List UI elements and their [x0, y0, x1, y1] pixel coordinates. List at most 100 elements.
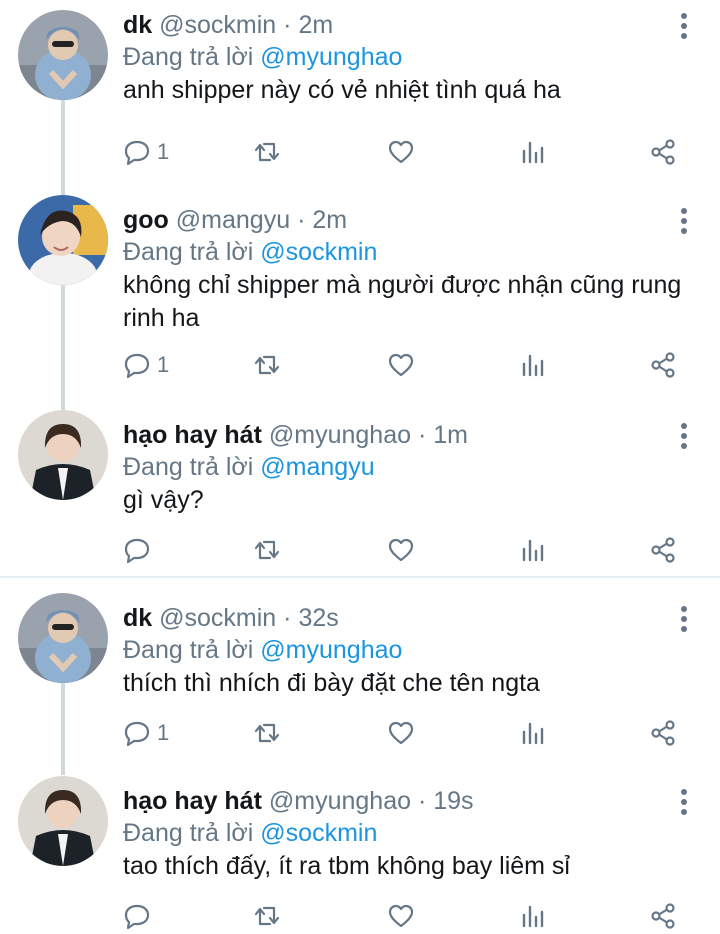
more-vertical-icon[interactable] — [678, 13, 690, 39]
separator-dot: · — [283, 11, 292, 39]
replying-to-label: Đang trả lời — [123, 453, 254, 481]
reply-icon — [124, 538, 150, 564]
mention-link[interactable]: @mangyu — [260, 453, 374, 481]
tweet[interactable]: goo @mangyu · 2m Đang trả lời @sockmin k… — [0, 195, 720, 410]
share-icon — [651, 903, 675, 929]
tweet[interactable]: hạo hay hát @myunghao · 19s Đang trả lời… — [0, 776, 720, 934]
more-vertical-icon[interactable] — [678, 789, 690, 815]
retweet-button[interactable] — [253, 350, 281, 380]
display-name[interactable]: dk — [123, 604, 152, 632]
like-button[interactable] — [387, 137, 415, 167]
divider — [0, 576, 720, 578]
tweet-header: hạo hay hát @myunghao · 1m — [123, 420, 468, 450]
replying-to-label: Đang trả lời — [123, 43, 254, 71]
share-button[interactable] — [649, 718, 677, 748]
heart-icon — [388, 721, 414, 745]
avatar[interactable] — [18, 776, 108, 866]
reply-button[interactable]: 1 — [123, 718, 169, 748]
heart-icon — [388, 353, 414, 377]
heart-icon — [388, 140, 414, 164]
mention-link[interactable]: @sockmin — [260, 819, 377, 847]
username[interactable]: @mangyu — [176, 206, 290, 234]
reply-count: 1 — [157, 720, 170, 745]
heart-icon — [388, 538, 414, 562]
display-name[interactable]: hạo hay hát — [123, 421, 262, 449]
timestamp[interactable]: 2m — [312, 206, 347, 234]
username[interactable]: @myunghao — [269, 787, 411, 815]
reply-icon — [124, 353, 150, 379]
mention-link[interactable]: @sockmin — [260, 238, 377, 266]
replying-to: Đang trả lời @sockmin — [123, 818, 377, 848]
retweet-button[interactable] — [253, 901, 281, 931]
timestamp[interactable]: 32s — [298, 604, 338, 632]
like-button[interactable] — [387, 901, 415, 931]
reply-button[interactable]: 1 — [123, 137, 169, 167]
share-button[interactable] — [649, 901, 677, 931]
action-bar: 1 — [123, 350, 693, 380]
action-bar — [123, 901, 693, 931]
like-button[interactable] — [387, 718, 415, 748]
more-vertical-icon[interactable] — [678, 208, 690, 234]
separator-dot: · — [297, 206, 306, 234]
analytics-icon — [522, 722, 544, 745]
reply-button[interactable] — [123, 901, 157, 931]
reply-icon — [124, 904, 150, 930]
reply-icon — [124, 721, 150, 747]
retweet-button[interactable] — [253, 718, 281, 748]
replying-to-label: Đang trả lời — [123, 819, 254, 847]
replying-to-label: Đang trả lời — [123, 238, 254, 266]
analytics-button[interactable] — [519, 718, 547, 748]
tweet-text: không chỉ shipper mà người được nhận cũn… — [123, 271, 682, 332]
username[interactable]: @sockmin — [159, 604, 276, 632]
tweet-text: anh shipper này có vẻ nhiệt tình quá ha — [123, 76, 561, 104]
share-button[interactable] — [649, 137, 677, 167]
tweet-text: gì vậy? — [123, 486, 204, 514]
like-button[interactable] — [387, 535, 415, 565]
retweet-icon — [254, 906, 280, 926]
reply-button[interactable] — [123, 535, 157, 565]
separator-dot: · — [417, 421, 427, 449]
avatar[interactable] — [18, 10, 108, 100]
display-name[interactable]: dk — [123, 11, 152, 39]
tweet[interactable]: dk @sockmin · 2m Đang trả lời @myunghao … — [0, 0, 720, 196]
tweet[interactable]: dk @sockmin · 32s Đang trả lời @myunghao… — [0, 593, 720, 775]
analytics-icon — [522, 905, 544, 928]
retweet-icon — [254, 142, 280, 162]
timestamp[interactable]: 19s — [433, 787, 473, 815]
analytics-button[interactable] — [519, 901, 547, 931]
display-name[interactable]: hạo hay hát — [123, 787, 262, 815]
replying-to: Đang trả lời @sockmin — [123, 237, 377, 267]
retweet-icon — [254, 540, 280, 560]
retweet-button[interactable] — [253, 535, 281, 565]
more-vertical-icon[interactable] — [678, 423, 690, 449]
reply-count: 1 — [157, 139, 170, 164]
reply-icon — [124, 140, 150, 166]
avatar[interactable] — [18, 410, 108, 500]
analytics-button[interactable] — [519, 137, 547, 167]
username[interactable]: @myunghao — [269, 421, 411, 449]
avatar[interactable] — [18, 593, 108, 683]
timestamp[interactable]: 1m — [433, 421, 468, 449]
analytics-button[interactable] — [519, 350, 547, 380]
retweet-button[interactable] — [253, 137, 281, 167]
action-bar — [123, 535, 693, 565]
replying-to-label: Đang trả lời — [123, 636, 254, 664]
reply-button[interactable]: 1 — [123, 350, 169, 380]
analytics-button[interactable] — [519, 535, 547, 565]
username[interactable]: @sockmin — [159, 11, 276, 39]
display-name[interactable]: goo — [123, 206, 169, 234]
share-button[interactable] — [649, 535, 677, 565]
share-button[interactable] — [649, 350, 677, 380]
replying-to: Đang trả lời @mangyu — [123, 452, 375, 482]
timestamp[interactable]: 2m — [298, 11, 333, 39]
tweet[interactable]: hạo hay hát @myunghao · 1m Đang trả lời … — [0, 410, 720, 576]
share-icon — [651, 352, 675, 378]
action-bar: 1 — [123, 718, 693, 748]
avatar[interactable] — [18, 195, 108, 285]
tweet-text: thích thì nhích đi bày đặt che tên ngta — [123, 669, 540, 697]
like-button[interactable] — [387, 350, 415, 380]
mention-link[interactable]: @myunghao — [260, 636, 402, 664]
mention-link[interactable]: @myunghao — [260, 43, 402, 71]
share-icon — [651, 720, 675, 746]
more-vertical-icon[interactable] — [678, 606, 690, 632]
